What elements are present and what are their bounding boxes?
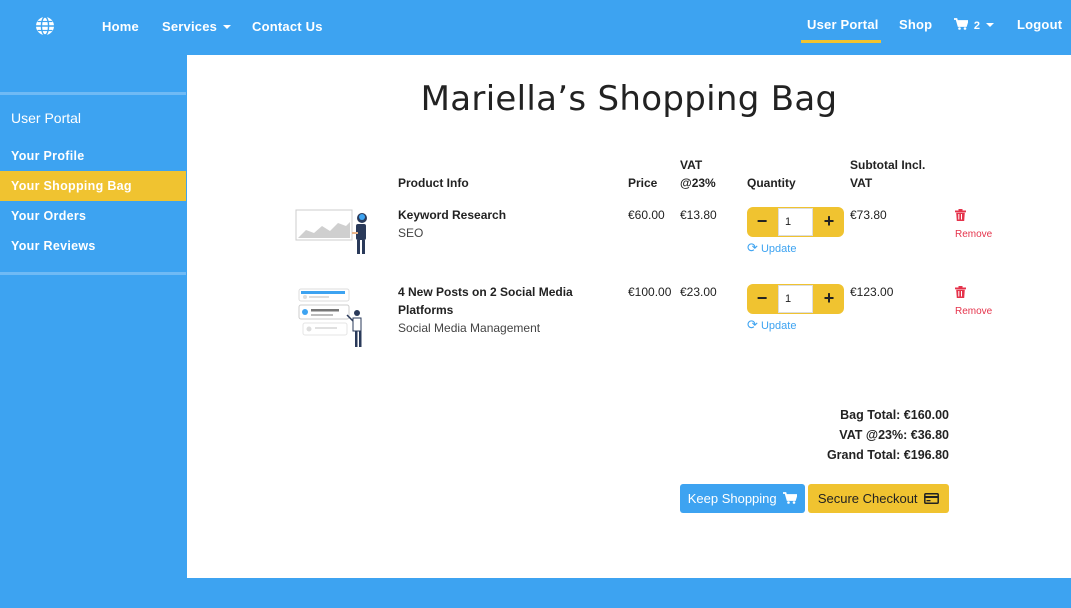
header-subtotal-line1: Subtotal Incl. bbox=[850, 158, 926, 172]
credit-card-icon bbox=[924, 493, 940, 504]
product-subtotal: €73.80 bbox=[850, 208, 887, 222]
sidebar-item-orders[interactable]: Your Orders bbox=[0, 201, 186, 231]
header-price: Price bbox=[628, 176, 658, 190]
product-price: €100.00 bbox=[628, 285, 672, 299]
quantity-input[interactable] bbox=[778, 208, 813, 236]
header-vat-line2: @23% bbox=[680, 176, 716, 190]
sidebar-item-reviews[interactable]: Your Reviews bbox=[0, 231, 186, 261]
header-product: Product Info bbox=[398, 176, 469, 190]
product-vat: €23.00 bbox=[680, 285, 717, 299]
secure-checkout-button[interactable]: Secure Checkout bbox=[808, 484, 949, 513]
header-quantity: Quantity bbox=[747, 176, 796, 190]
minus-icon[interactable]: − bbox=[747, 284, 777, 314]
header-vat: VAT @23% bbox=[680, 156, 716, 192]
nav-logout[interactable]: Logout bbox=[1017, 17, 1062, 32]
product-category: Social Media Management bbox=[398, 321, 541, 335]
sidebar-item-profile[interactable]: Your Profile bbox=[0, 141, 186, 171]
minus-icon[interactable]: − bbox=[747, 207, 777, 237]
header-vat-line1: VAT bbox=[680, 158, 703, 172]
refresh-icon: ⟳ bbox=[747, 317, 758, 332]
nav-cart-dropdown[interactable]: 2 bbox=[954, 17, 995, 32]
sidebar-item-shopping-bag[interactable]: Your Shopping Bag bbox=[0, 171, 186, 201]
nav-user-portal[interactable]: User Portal bbox=[807, 17, 879, 32]
update-link[interactable]: ⟳ Update bbox=[747, 317, 796, 333]
keep-shopping-label: Keep Shopping bbox=[687, 491, 777, 506]
footer bbox=[0, 578, 1071, 608]
update-label: Update bbox=[760, 243, 797, 255]
remove-link[interactable]: Remove bbox=[955, 229, 992, 240]
sidebar-divider bbox=[0, 272, 186, 275]
bag-total: Bag Total: €160.00 bbox=[840, 408, 949, 422]
product-name: Keyword Research bbox=[398, 208, 507, 222]
quantity-stepper: − + bbox=[747, 284, 844, 314]
remove-link[interactable]: Remove bbox=[955, 306, 992, 317]
chevron-down-icon bbox=[986, 22, 995, 27]
update-label: Update bbox=[760, 320, 797, 332]
sidebar-divider bbox=[0, 92, 186, 95]
cart-icon bbox=[783, 492, 798, 504]
active-nav-indicator bbox=[801, 40, 881, 43]
product-name-line2: Platforms bbox=[398, 303, 454, 317]
quantity-stepper: − + bbox=[747, 207, 844, 237]
vat-total: VAT @23%: €36.80 bbox=[839, 428, 949, 442]
navbar: Home Services Contact Us User Portal Sho… bbox=[0, 0, 1071, 55]
product-name: 4 New Posts on 2 Social Media Platforms bbox=[398, 283, 573, 319]
product-vat: €13.80 bbox=[680, 208, 717, 222]
nav-services-label: Services bbox=[162, 19, 218, 34]
product-image-social-media bbox=[298, 288, 362, 347]
nav-contact[interactable]: Contact Us bbox=[252, 19, 323, 34]
nav-services-dropdown[interactable]: Services bbox=[162, 19, 232, 34]
trash-icon[interactable] bbox=[955, 286, 966, 298]
product-category: SEO bbox=[398, 226, 424, 240]
totals: Bag Total: €160.00 VAT @23%: €36.80 Gran… bbox=[827, 405, 949, 465]
page-title: Mariella’s Shopping Bag bbox=[420, 79, 838, 119]
refresh-icon: ⟳ bbox=[747, 240, 758, 255]
keep-shopping-button[interactable]: Keep Shopping bbox=[680, 484, 805, 513]
product-price: €60.00 bbox=[628, 208, 665, 222]
secure-checkout-label: Secure Checkout bbox=[817, 491, 918, 506]
chevron-down-icon bbox=[223, 24, 232, 29]
quantity-input[interactable] bbox=[778, 285, 813, 313]
grand-total: Grand Total: €196.80 bbox=[826, 448, 949, 462]
sidebar: User Portal Your Profile Your Shopping B… bbox=[0, 55, 186, 578]
header-subtotal: Subtotal Incl. VAT bbox=[850, 156, 925, 192]
product-subtotal: €123.00 bbox=[850, 285, 894, 299]
plus-icon[interactable]: + bbox=[814, 207, 844, 237]
sidebar-heading: User Portal bbox=[11, 110, 82, 126]
nav-shop[interactable]: Shop bbox=[899, 17, 932, 32]
main-content: Mariella’s Shopping Bag Product Info Pri… bbox=[187, 55, 1071, 578]
nav-home[interactable]: Home bbox=[102, 19, 139, 34]
cart-icon bbox=[954, 18, 969, 30]
plus-icon[interactable]: + bbox=[814, 284, 844, 314]
globe-icon[interactable] bbox=[35, 16, 55, 36]
cart-count: 2 bbox=[973, 20, 981, 32]
update-link[interactable]: ⟳ Update bbox=[747, 240, 796, 256]
trash-icon[interactable] bbox=[955, 209, 966, 221]
product-image-seo bbox=[295, 209, 367, 254]
header-subtotal-line2: VAT bbox=[850, 176, 873, 190]
product-name-line1: 4 New Posts on 2 Social Media bbox=[398, 285, 573, 299]
